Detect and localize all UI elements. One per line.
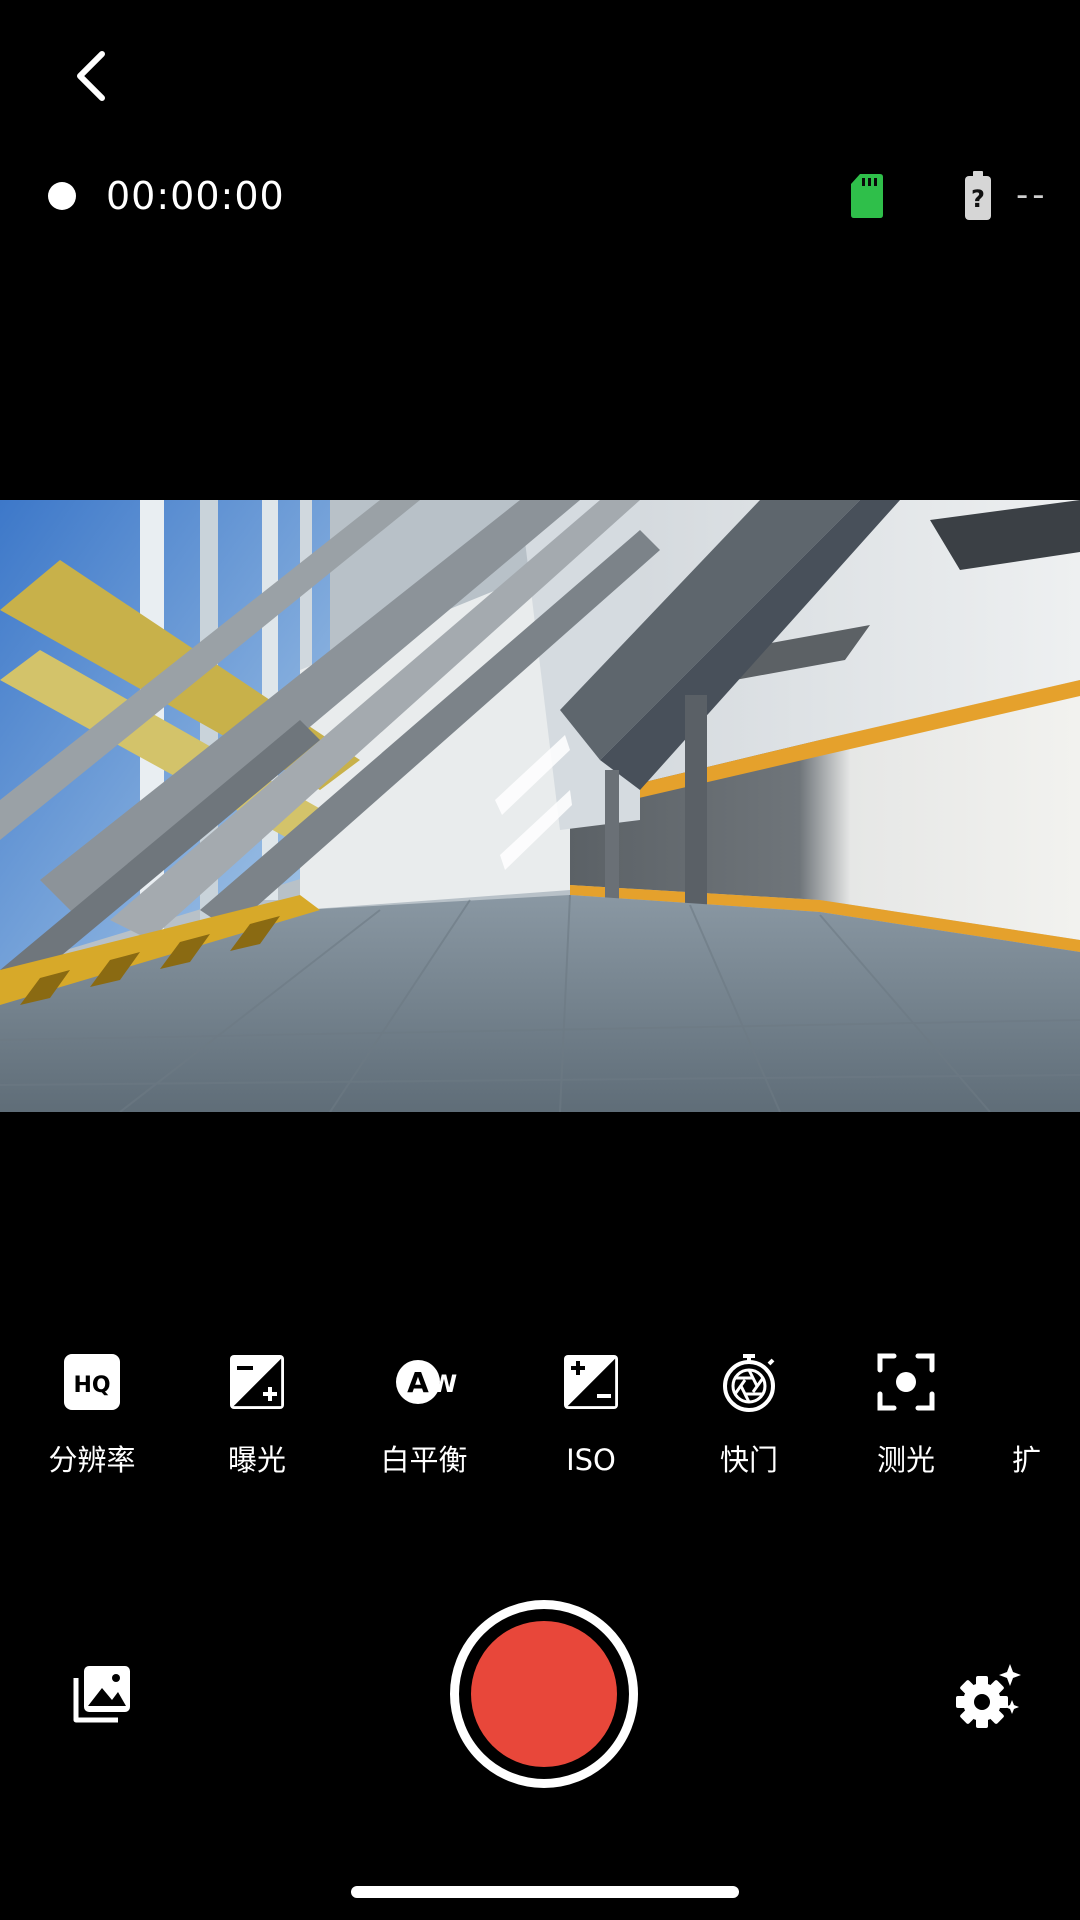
chevron-left-icon (77, 51, 105, 101)
hq-resolution-icon: HQ (64, 1354, 120, 1410)
setting-resolution[interactable]: HQ 分辨率 (22, 1346, 162, 1486)
settings-button[interactable] (952, 1662, 1022, 1732)
recording-indicator (48, 182, 76, 210)
sd-card-icon (851, 174, 883, 218)
gallery-button[interactable] (68, 1662, 134, 1728)
setting-extra[interactable]: 扩 (1002, 1346, 1080, 1486)
camera-settings-strip: HQ 分辨率 曝光 A W 白平衡 ISO 快门 测光 扩 (0, 1346, 1080, 1486)
setting-exposure-label: 曝光 (227, 1443, 286, 1477)
setting-exposure[interactable]: 曝光 (187, 1346, 327, 1486)
camera-screen: 00:00:00 ? -- HQ 分辨率 曝光 A W 白平衡 ISO 快门 测… (0, 0, 1080, 1920)
status-bar: 00:00:00 ? -- (0, 160, 1080, 232)
svg-text:?: ? (971, 185, 985, 213)
setting-resolution-label: 分辨率 (48, 1443, 136, 1477)
iso-icon (564, 1355, 618, 1409)
auto-white-balance-icon: A W (396, 1360, 457, 1404)
record-button[interactable] (450, 1600, 638, 1788)
svg-text:W: W (431, 1370, 457, 1398)
setting-shutter-label: 快门 (719, 1443, 778, 1477)
exposure-icon (230, 1355, 284, 1409)
setting-iso[interactable]: ISO (521, 1346, 661, 1486)
setting-iso-label: ISO (566, 1443, 616, 1477)
setting-metering[interactable]: 测光 (836, 1346, 976, 1486)
gallery-icon (73, 1666, 130, 1723)
recording-timer: 00:00:00 (106, 174, 285, 218)
svg-text:HQ: HQ (73, 1373, 110, 1398)
battery-unknown-icon: ? (965, 171, 991, 220)
setting-extra-label: 扩 (1012, 1443, 1042, 1477)
gear-sparkle-icon (956, 1664, 1021, 1728)
shutter-timer-icon (723, 1354, 775, 1412)
camera-preview[interactable] (0, 500, 1080, 1112)
back-button[interactable] (58, 40, 122, 110)
home-indicator[interactable] (351, 1886, 739, 1898)
record-button-fill (471, 1621, 617, 1767)
battery-level-text: -- (1016, 175, 1049, 215)
setting-metering-label: 测光 (876, 1443, 935, 1477)
setting-white-balance-label: 白平衡 (380, 1443, 468, 1477)
setting-shutter[interactable]: 快门 (679, 1346, 819, 1486)
metering-icon (877, 1353, 935, 1411)
svg-text:A: A (407, 1366, 429, 1399)
setting-white-balance[interactable]: A W 白平衡 (354, 1346, 494, 1486)
preview-image (0, 500, 1080, 1112)
